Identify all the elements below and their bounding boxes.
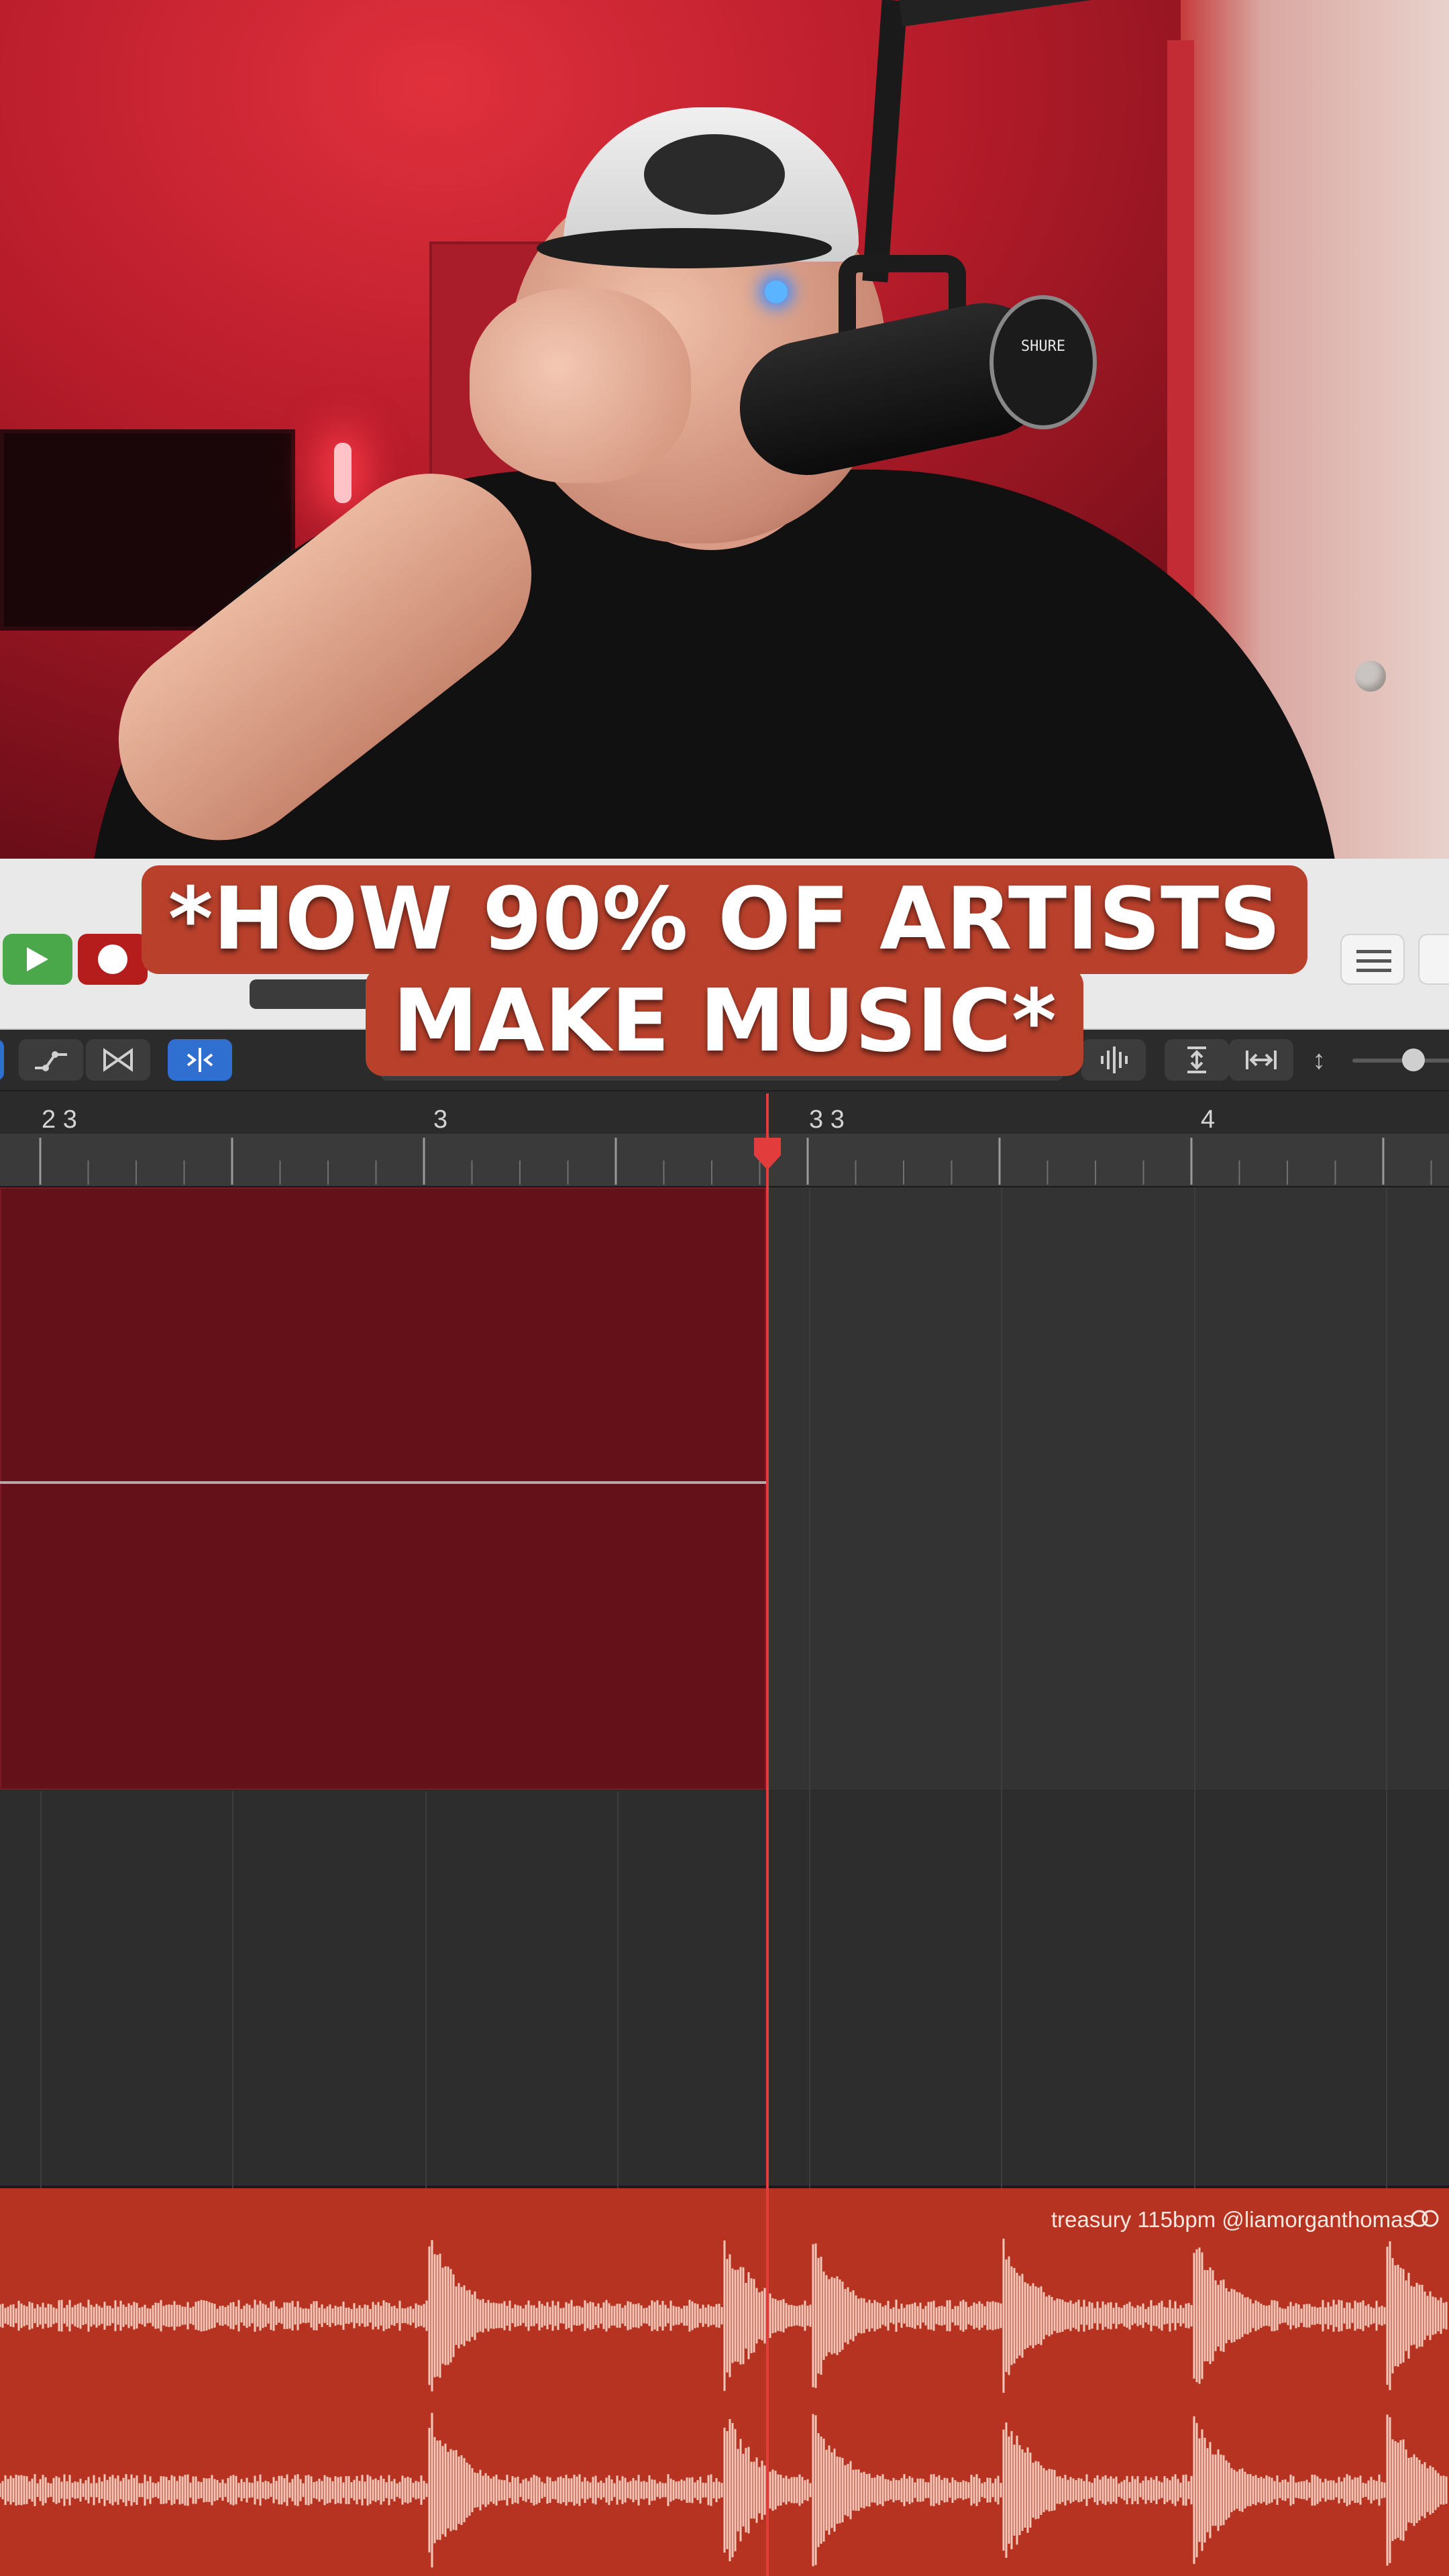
midi-region[interactable]: [0, 1187, 766, 1790]
grid-line: [1386, 1187, 1387, 2188]
grid-line: [1001, 1187, 1002, 2188]
empty-track-area[interactable]: [769, 1187, 1449, 1790]
grid-line: [425, 1791, 427, 2188]
bar-label: 3 3: [809, 1106, 845, 1134]
ruler-ticks: [0, 1134, 1449, 1186]
waveform-channel-left: [0, 2239, 1448, 2393]
grid-line: [40, 1791, 42, 2188]
door-knob: [1355, 661, 1386, 692]
grid-line: [617, 1791, 619, 2188]
audio-region-name: treasury 115bpm @liamorganthomas: [1051, 2207, 1414, 2232]
grid-line: [232, 1791, 233, 2188]
webcam-video: SHURE: [0, 0, 1449, 859]
audio-waveform: [0, 2239, 1448, 2568]
waveform-channel-right: [0, 2412, 1448, 2568]
cap-brim: [537, 228, 832, 268]
person-hand: [470, 288, 691, 483]
red-lamp: [334, 443, 352, 503]
caption-line-2: MAKE MUSIC*: [366, 967, 1083, 1076]
bar-label: 2 3: [42, 1106, 77, 1134]
empty-track-lane[interactable]: [0, 1791, 1449, 2188]
caption-line-1: *HOW 90% OF ARTISTS: [141, 865, 1308, 974]
grid-line: [809, 1187, 810, 2188]
mic-logo: SHURE: [1020, 338, 1066, 355]
mic-boom: [862, 0, 908, 282]
loop-icon: [1411, 2210, 1439, 2227]
cap-patch: [644, 134, 785, 215]
bar-label: 3: [433, 1106, 448, 1134]
mic-boom-top: [899, 0, 1182, 27]
bar-ruler[interactable]: 2 3 3 3 3 4: [0, 1093, 1449, 1187]
playhead-handle[interactable]: [750, 1135, 785, 1173]
daw-window: ›: [0, 859, 1449, 2576]
glasses-light: [765, 280, 788, 303]
caption: *HOW 90% OF ARTISTS MAKE MUSIC*: [0, 865, 1449, 1076]
playhead[interactable]: [766, 1093, 769, 2576]
region-center-line: [0, 1481, 766, 1484]
grid-line: [1194, 1187, 1195, 2188]
audio-region[interactable]: treasury 115bpm @liamorganthomas: [0, 2188, 1449, 2576]
bar-label: 4: [1201, 1106, 1216, 1134]
